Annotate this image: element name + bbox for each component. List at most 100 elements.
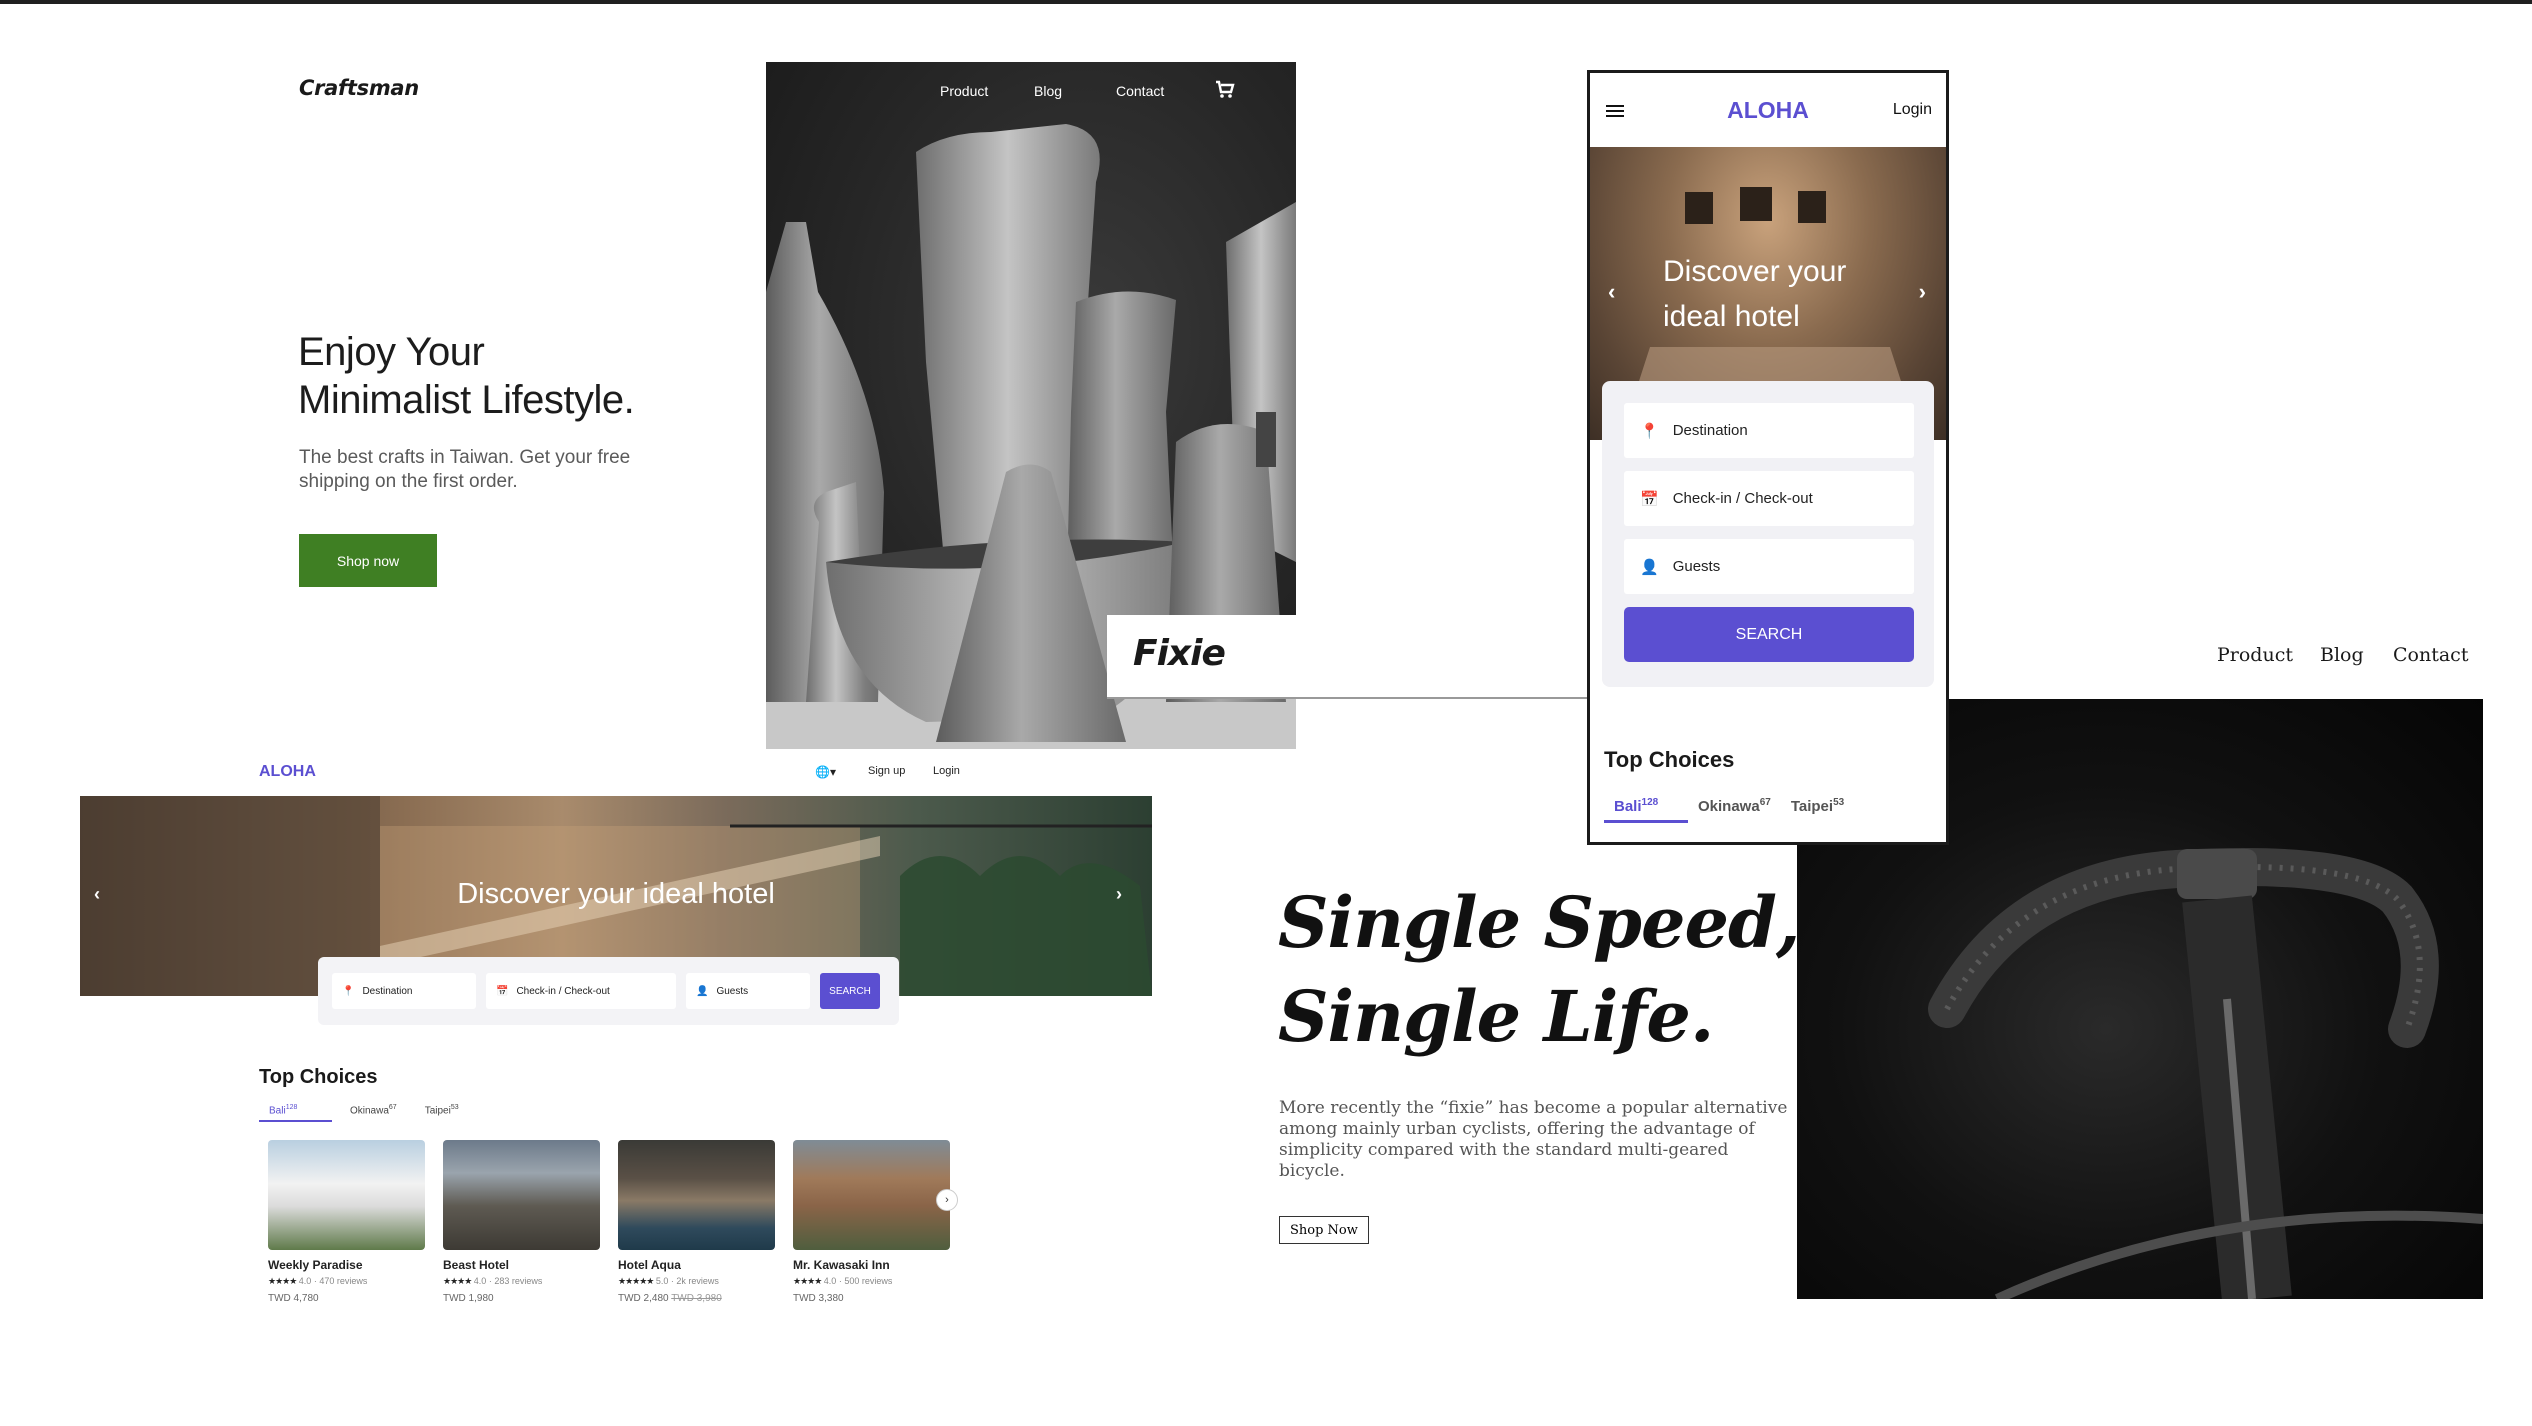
hotel-rating: ★★★★ 4.0 · 500 reviews <box>793 1276 893 1286</box>
review-count: 283 reviews <box>494 1276 543 1286</box>
guests-placeholder: Guests <box>1672 558 1721 575</box>
search-button[interactable]: SEARCH <box>820 973 880 1009</box>
price-value: TWD 4,780 <box>268 1293 319 1304</box>
hero-next-arrow-icon[interactable]: › <box>1116 884 1122 905</box>
top-choices-title: Top Choices <box>259 1066 378 1088</box>
destination-field[interactable]: 📍 Destination <box>332 973 476 1009</box>
tab-label: Bali <box>269 1105 286 1117</box>
globe-icon[interactable]: 🌐▾ <box>815 765 836 779</box>
person-icon: 👤 <box>1640 558 1659 576</box>
star-icons: ★★★★ <box>268 1276 297 1286</box>
craftsman-title-line2: Minimalist Lifestyle. <box>298 378 635 422</box>
tab-count: 128 <box>285 1104 298 1111</box>
hotel-card[interactable]: Hotel Aqua ★★★★★ 5.0 · 2k reviews TWD 2,… <box>618 1140 775 1304</box>
destination-placeholder: Destination <box>362 985 413 997</box>
mobile-dates-field[interactable]: 📅 Check-in / Check-out <box>1624 471 1914 526</box>
tab-count: 128 <box>1641 797 1659 808</box>
price-value: TWD 2,480 <box>618 1293 669 1304</box>
price-value: TWD 3,380 <box>793 1293 844 1304</box>
dates-placeholder: Check-in / Check-out <box>1672 490 1813 507</box>
tab-okinawa[interactable]: Okinawa67 <box>340 1104 407 1122</box>
mobile-tab-taipei[interactable]: Taipei53 <box>1781 797 1854 823</box>
mobile-next-arrow-icon[interactable]: › <box>1919 279 1926 305</box>
signup-link[interactable]: Sign up <box>868 765 905 777</box>
hotel-name: Weekly Paradise <box>268 1258 363 1272</box>
mobile-search-button[interactable]: SEARCH <box>1624 607 1914 662</box>
hotel-name: Beast Hotel <box>443 1258 510 1272</box>
craftsman-nav-product[interactable]: Product <box>940 83 988 99</box>
tab-label: Okinawa <box>350 1105 389 1117</box>
aloha-mobile-frame: ALOHA Login Discover your ideal hotel ‹ … <box>1587 70 1949 845</box>
hotel-rating: ★★★★ 4.0 · 470 reviews <box>268 1276 368 1286</box>
mobile-login-link[interactable]: Login <box>1893 101 1932 119</box>
rating-value: 4.0 <box>298 1276 312 1286</box>
tab-taipei[interactable]: Taipei53 <box>415 1104 469 1122</box>
dates-placeholder: Check-in / Check-out <box>516 985 610 997</box>
hotel-price: TWD 4,780 <box>268 1293 425 1304</box>
fixie-shop-now-button[interactable]: Shop Now <box>1279 1216 1369 1244</box>
mobile-prev-arrow-icon[interactable]: ‹ <box>1608 279 1615 305</box>
star-icons: ★★★★ <box>443 1276 472 1286</box>
mobile-tab-bali[interactable]: Bali128 <box>1604 797 1688 823</box>
tab-label: Taipei <box>424 1105 451 1117</box>
mobile-hero-title: Discover your ideal hotel <box>1663 255 1847 333</box>
hero-prev-arrow-icon[interactable]: ‹ <box>94 884 100 905</box>
mobile-tab-okinawa[interactable]: Okinawa67 <box>1688 797 1781 823</box>
hotel-price: TWD 3,380 <box>793 1293 950 1304</box>
person-icon: 👤 <box>696 985 709 997</box>
guests-field[interactable]: 👤 Guests <box>686 973 810 1009</box>
hotel-photo <box>443 1140 600 1250</box>
hotel-card[interactable]: Weekly Paradise ★★★★ 4.0 · 470 reviews T… <box>268 1140 425 1304</box>
destination-placeholder: Destination <box>1672 422 1748 439</box>
hotel-name: Hotel Aqua <box>618 1258 681 1272</box>
review-count: 2k reviews <box>676 1276 719 1286</box>
craftsman-nav-blog[interactable]: Blog <box>1034 83 1062 99</box>
craftsman-logo[interactable]: Craftsman <box>299 76 419 100</box>
hotel-price: TWD 1,980 <box>443 1293 600 1304</box>
star-icons: ★★★★★ <box>618 1276 654 1286</box>
calendar-icon: 📅 <box>496 985 509 997</box>
destination-tabs: Bali128 Okinawa67 Taipei53 <box>259 1104 469 1123</box>
fixie-logo[interactable]: Fixie <box>1133 633 1226 674</box>
tab-label: Taipei <box>1790 798 1834 815</box>
review-count: 470 reviews <box>319 1276 368 1286</box>
craftsman-subtitle: The best crafts in Taiwan. Get your free… <box>299 447 631 492</box>
mobile-guests-field[interactable]: 👤 Guests <box>1624 539 1914 594</box>
rating-value: 4.0 <box>823 1276 837 1286</box>
fixie-title-line1: Single Speed, <box>1278 881 1800 964</box>
review-count: 500 reviews <box>844 1276 893 1286</box>
mobile-destination-field[interactable]: 📍 Destination <box>1624 403 1914 458</box>
cart-icon[interactable] <box>1213 78 1237 102</box>
login-link[interactable]: Login <box>933 765 960 777</box>
tab-count: 67 <box>388 1104 397 1111</box>
dates-field[interactable]: 📅 Check-in / Check-out <box>486 973 676 1009</box>
fixie-nav-product[interactable]: Product <box>2217 644 2293 666</box>
tab-label: Bali <box>1614 798 1642 815</box>
rating-value: 4.0 <box>473 1276 487 1286</box>
hotel-photo <box>268 1140 425 1250</box>
star-icons: ★★★★ <box>793 1276 822 1286</box>
hotel-photo <box>618 1140 775 1250</box>
location-pin-icon: 📍 <box>1640 422 1659 440</box>
craftsman-shop-now-button[interactable]: Shop now <box>299 534 437 587</box>
cards-next-arrow-icon[interactable]: › <box>936 1189 958 1211</box>
old-price-value: TWD 3,980 <box>671 1293 722 1304</box>
guests-placeholder: Guests <box>716 985 749 997</box>
craftsman-title-line1: Enjoy Your <box>298 330 485 374</box>
price-value: TWD 1,980 <box>443 1293 494 1304</box>
fixie-nav-contact[interactable]: Contact <box>2393 644 2468 666</box>
fixie-nav-blog[interactable]: Blog <box>2320 644 2364 666</box>
tab-bali[interactable]: Bali128 <box>259 1104 332 1123</box>
aloha-search-bar: 📍 Destination 📅 Check-in / Check-out 👤 G… <box>318 957 899 1025</box>
tab-count: 53 <box>450 1104 459 1111</box>
craftsman-nav-contact[interactable]: Contact <box>1116 83 1164 99</box>
hotel-card[interactable]: Mr. Kawasaki Inn ★★★★ 4.0 · 500 reviews … <box>793 1140 950 1304</box>
hotel-card[interactable]: Beast Hotel ★★★★ 4.0 · 283 reviews TWD 1… <box>443 1140 600 1304</box>
rating-value: 5.0 <box>655 1276 669 1286</box>
aloha-hero-title: Discover your ideal hotel <box>457 878 775 910</box>
fixie-title-line2: Single Life. <box>1278 975 1714 1058</box>
mobile-top-choices-title: Top Choices <box>1604 747 1735 772</box>
hotel-photo <box>793 1140 950 1250</box>
top-border <box>0 0 2532 4</box>
aloha-logo[interactable]: ALOHA <box>259 763 316 781</box>
